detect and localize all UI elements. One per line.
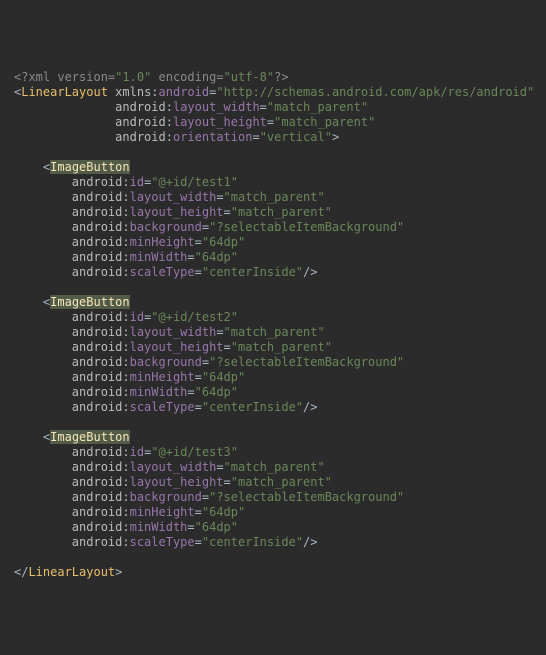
code-editor[interactable]: <?xml version="1.0" encoding="utf-8"?> <…	[14, 70, 532, 580]
